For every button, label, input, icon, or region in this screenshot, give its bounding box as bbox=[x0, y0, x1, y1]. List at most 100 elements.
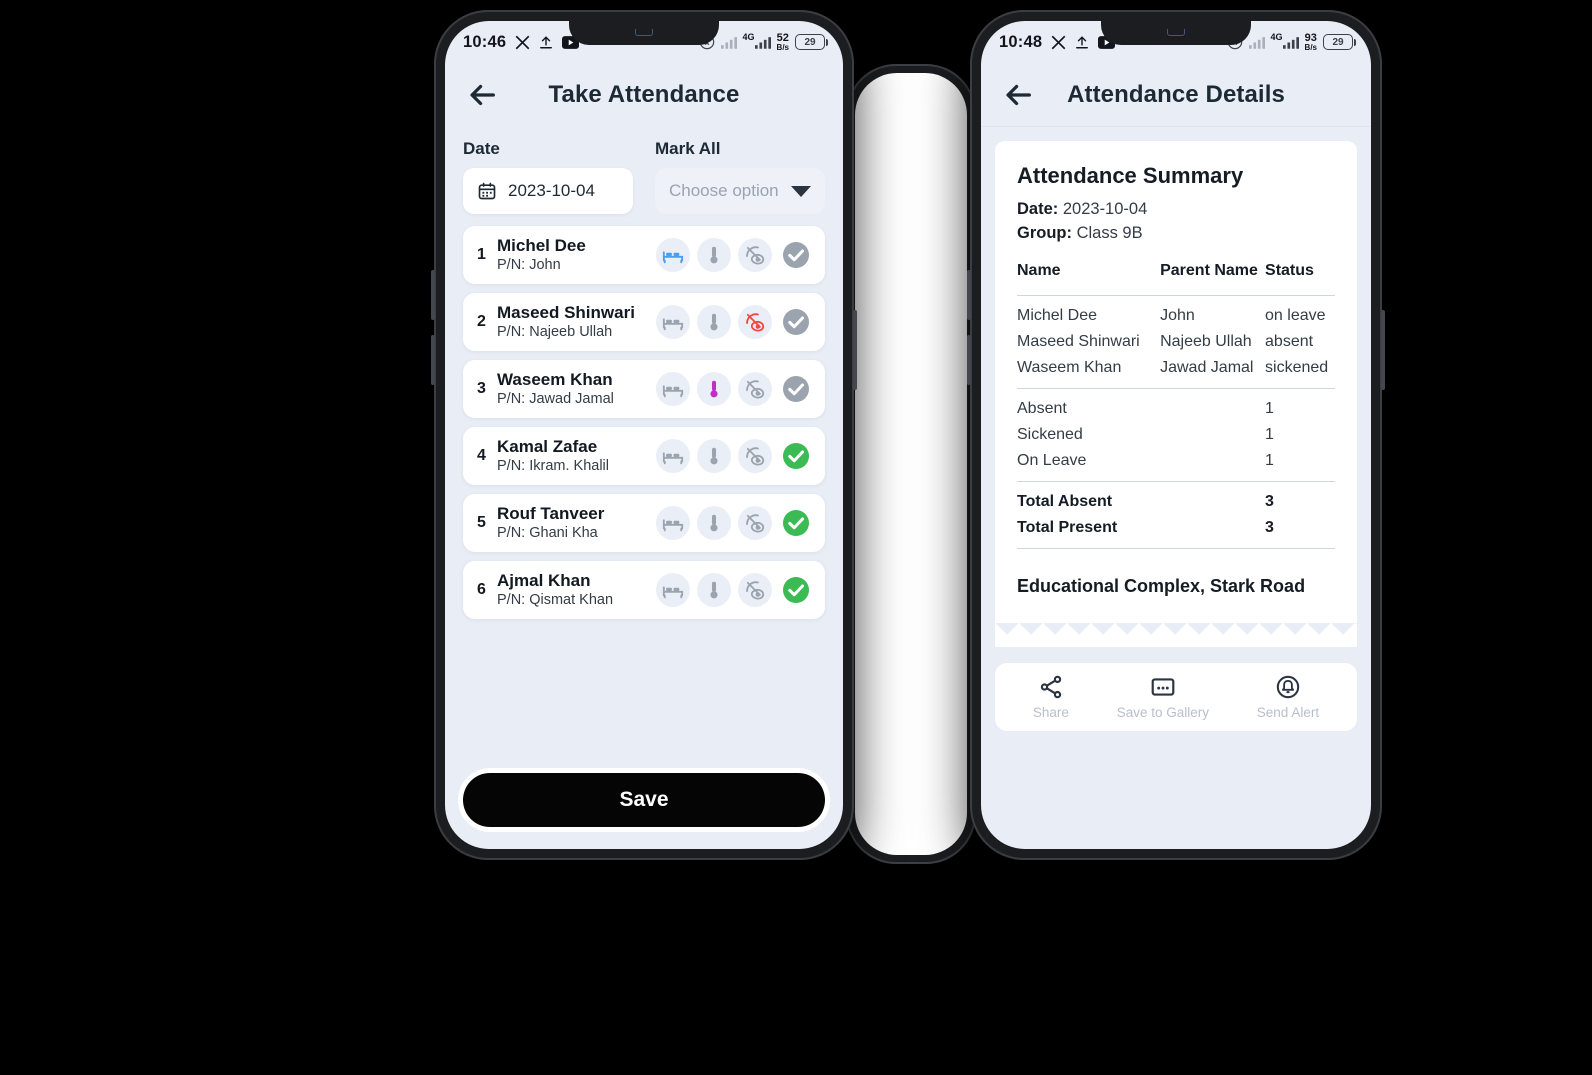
chevron-down-icon bbox=[791, 185, 811, 197]
mark-on-leave-button[interactable] bbox=[656, 506, 690, 540]
table-divider bbox=[1017, 541, 1335, 556]
table-row[interactable]: 4 Kamal Zafae P/N: Ikram. Khalil bbox=[463, 427, 825, 485]
mark-sick-button[interactable] bbox=[697, 439, 731, 473]
organization-address: Educational Complex, Stark Road bbox=[1017, 575, 1306, 596]
notch bbox=[1101, 21, 1251, 45]
mark-sick-button[interactable] bbox=[697, 305, 731, 339]
receipt-torn-edge bbox=[995, 622, 1357, 647]
student-index: 1 bbox=[477, 246, 486, 263]
mockup-stage: 10:46 4G 52 B/s 29 Take Attendance Date … bbox=[0, 0, 1592, 1075]
mark-all-select[interactable]: Choose option bbox=[655, 168, 825, 214]
mark-absent-button[interactable] bbox=[738, 573, 772, 607]
mark-present-button[interactable] bbox=[779, 439, 813, 473]
network-type-label: 4G bbox=[742, 32, 755, 42]
table-row[interactable]: 3 Waseem Khan P/N: Jawad Jamal bbox=[463, 360, 825, 418]
share-icon bbox=[1038, 674, 1064, 700]
mark-on-leave-button[interactable] bbox=[656, 305, 690, 339]
table-row[interactable]: 5 Rouf Tanveer P/N: Ghani Kha bbox=[463, 494, 825, 552]
send-alert-button[interactable]: Send Alert bbox=[1257, 674, 1319, 720]
cell-parent-name: Najeeb Ullah bbox=[1160, 332, 1252, 350]
attendance-details-body: Attendance Summary Date: 2023-10-04 Grou… bbox=[981, 127, 1371, 731]
mark-sick-button[interactable] bbox=[697, 372, 731, 406]
save-button[interactable]: Save bbox=[463, 773, 825, 827]
x-icon bbox=[515, 35, 530, 50]
student-name: Michel Dee bbox=[497, 235, 586, 255]
mark-present-button[interactable] bbox=[779, 238, 813, 272]
mark-absent-button[interactable] bbox=[738, 439, 772, 473]
mark-absent-button[interactable] bbox=[738, 372, 772, 406]
volume-down-button[interactable] bbox=[431, 335, 435, 385]
mark-present-button[interactable] bbox=[779, 305, 813, 339]
mark-present-button[interactable] bbox=[779, 506, 813, 540]
volume-up-button[interactable] bbox=[431, 270, 435, 320]
student-info: Waseem Khan P/N: Jawad Jamal bbox=[497, 370, 656, 409]
mark-absent-button[interactable] bbox=[738, 506, 772, 540]
mark-sick-button[interactable] bbox=[697, 238, 731, 272]
mark-on-leave-button[interactable] bbox=[656, 372, 690, 406]
attendance-state-buttons bbox=[656, 506, 813, 540]
count-label: Sickened bbox=[1017, 425, 1083, 443]
count-value: 1 bbox=[1265, 425, 1274, 443]
count-label: On Leave bbox=[1017, 451, 1087, 469]
date-input[interactable]: 2023-10-04 bbox=[463, 168, 633, 214]
mark-on-leave-button[interactable] bbox=[656, 439, 690, 473]
cell-parent-name: John bbox=[1160, 306, 1195, 324]
attendance-state-buttons bbox=[656, 439, 813, 473]
total-value: 3 bbox=[1265, 492, 1274, 510]
table-row[interactable]: 1 Michel Dee P/N: John bbox=[463, 226, 825, 284]
back-arrow-icon[interactable] bbox=[465, 78, 499, 112]
summary-title: Attendance Summary bbox=[1017, 163, 1244, 188]
cell-name: Waseem Khan bbox=[1017, 358, 1122, 376]
battery-indicator: 29 bbox=[795, 34, 828, 50]
save-to-gallery-button[interactable]: Save to Gallery bbox=[1117, 674, 1209, 720]
attendance-state-buttons bbox=[656, 372, 813, 406]
summary-table: Name Parent Name Status Michel Dee John on… bbox=[1017, 262, 1335, 556]
mark-present-button[interactable] bbox=[779, 573, 813, 607]
table-row[interactable]: 6 Ajmal Khan P/N: Qismat Khan bbox=[463, 561, 825, 619]
attendance-state-buttons bbox=[656, 305, 813, 339]
student-name: Waseem Khan bbox=[497, 369, 613, 389]
student-info: Ajmal Khan P/N: Qismat Khan bbox=[497, 571, 656, 610]
mark-absent-button[interactable] bbox=[738, 305, 772, 339]
phone-take-attendance: 10:46 4G 52 B/s 29 Take Attendance Date … bbox=[431, 10, 857, 860]
share-button[interactable]: Share bbox=[1033, 674, 1069, 720]
mark-sick-button[interactable] bbox=[697, 573, 731, 607]
count-value: 1 bbox=[1265, 399, 1274, 417]
student-index: 6 bbox=[477, 581, 486, 598]
table-row[interactable]: 2 Maseed Shinwari P/N: Najeeb Ullah bbox=[463, 293, 825, 351]
student-parent-name: P/N: Najeeb Ullah bbox=[497, 324, 613, 341]
mark-all-placeholder: Choose option bbox=[669, 181, 779, 200]
signal-bars-4g-icon: 4G bbox=[1271, 32, 1299, 49]
mark-on-leave-button[interactable] bbox=[656, 573, 690, 607]
volume-down-button[interactable] bbox=[967, 335, 971, 385]
signal-bars-icon bbox=[1248, 36, 1265, 49]
app-bar-take-attendance: Take Attendance bbox=[445, 63, 843, 127]
mark-sick-button[interactable] bbox=[697, 506, 731, 540]
mark-present-button[interactable] bbox=[779, 372, 813, 406]
student-name: Maseed Shinwari bbox=[497, 302, 635, 322]
summary-group-label: Group: bbox=[1017, 223, 1072, 242]
attendance-state-buttons bbox=[656, 238, 813, 272]
student-parent-name: P/N: Ghani Kha bbox=[497, 525, 598, 542]
student-name: Rouf Tanveer bbox=[497, 503, 605, 523]
count-row: Absent 1 bbox=[1017, 396, 1335, 422]
data-speed-unit: B/s bbox=[1304, 42, 1317, 52]
power-button[interactable] bbox=[853, 310, 857, 390]
data-speed-value: 52 bbox=[776, 31, 789, 44]
student-parent-name: P/N: John bbox=[497, 257, 561, 274]
network-type-label: 4G bbox=[1270, 32, 1283, 42]
screen-take-attendance: 10:46 4G 52 B/s 29 Take Attendance Date … bbox=[445, 21, 843, 849]
summary-date-label: Date: bbox=[1017, 200, 1059, 218]
back-arrow-icon[interactable] bbox=[1001, 78, 1035, 112]
summary-date-line: Date: 2023-10-04 bbox=[1017, 198, 1335, 222]
status-time: 10:48 bbox=[999, 32, 1043, 51]
student-index: 4 bbox=[477, 447, 486, 464]
status-bar-right: 10:48 4G 93 B/s 29 bbox=[981, 21, 1371, 63]
count-row: Sickened 1 bbox=[1017, 422, 1335, 448]
volume-up-button[interactable] bbox=[967, 270, 971, 320]
power-button[interactable] bbox=[1381, 310, 1385, 390]
student-name: Kamal Zafae bbox=[497, 436, 598, 456]
mark-on-leave-button[interactable] bbox=[656, 238, 690, 272]
battery-indicator: 29 bbox=[1323, 34, 1356, 50]
mark-absent-button[interactable] bbox=[738, 238, 772, 272]
